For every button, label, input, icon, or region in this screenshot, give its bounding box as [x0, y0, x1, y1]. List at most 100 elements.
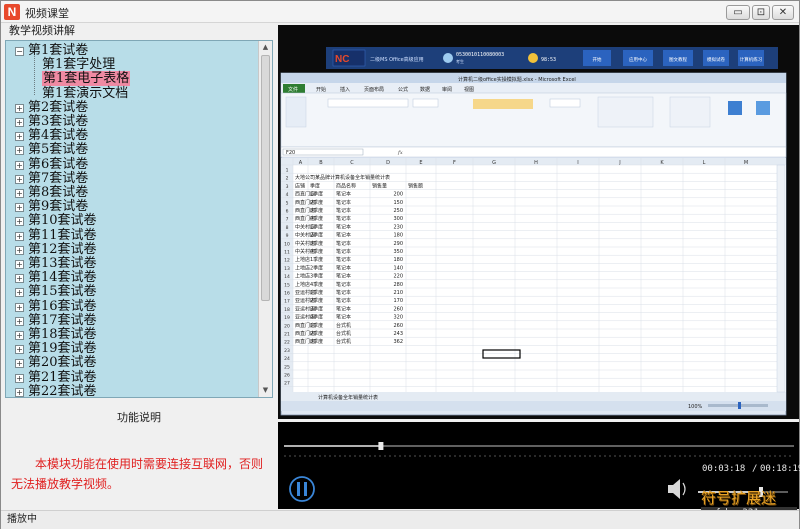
tree-node-22[interactable]: 第22套试卷 [28, 384, 97, 397]
excel-cell: 4季度 [310, 314, 323, 321]
excel-cell: 290 [393, 241, 403, 247]
expand-icon[interactable]: + [15, 274, 24, 284]
expand-icon[interactable]: + [15, 373, 24, 383]
excel-cell: 260 [393, 323, 403, 329]
tree-node-15[interactable]: 第15套试卷 [28, 285, 97, 299]
excel-cell: 笔记本 [336, 281, 351, 288]
excel-cell: 4季度 [310, 215, 323, 222]
tree-node-16[interactable]: 第16套试卷 [28, 299, 97, 314]
tree-node-17-label: 第17套试卷 [28, 312, 97, 328]
expand-icon[interactable]: + [15, 203, 24, 213]
tree-node-17[interactable]: 第17套试卷 [28, 312, 97, 328]
tree-node-5-label: 第5套试卷 [28, 142, 89, 158]
scroll-down-icon[interactable]: ▼ [261, 385, 270, 395]
expand-icon[interactable]: + [15, 118, 24, 127]
excel-cell: 2季度 [310, 330, 323, 337]
excel-zoom: 100% [688, 404, 703, 410]
excel-header-cell: 销售额 [408, 182, 423, 189]
excel-row-header: 7 [286, 217, 289, 223]
tree-node-10[interactable]: 第10套试卷 [28, 214, 97, 228]
tree-node-5[interactable]: 第5套试卷 [28, 143, 88, 157]
excel-row-header: 13 [284, 266, 290, 272]
tree-node-child-1[interactable]: 第1套电子表格 [42, 71, 131, 87]
excel-cell: 3季度 [310, 240, 323, 247]
expand-icon[interactable]: + [15, 288, 24, 298]
close-button[interactable]: ✕ [772, 5, 794, 20]
expand-icon[interactable]: + [15, 132, 24, 142]
excel-row-header: 9 [286, 233, 289, 239]
restore-button[interactable]: ⊡ [752, 5, 770, 20]
collapse-icon[interactable]: − [15, 47, 24, 56]
tree-node-13[interactable]: 第13套试卷 [28, 257, 97, 271]
excel-row-header: 26 [284, 373, 290, 379]
tree-node-12[interactable]: 第12套试卷 [28, 241, 97, 257]
expand-icon[interactable]: + [15, 103, 24, 113]
excel-cell: 1季度 [310, 322, 323, 329]
tree-node-2[interactable]: 第2套试卷 [28, 100, 88, 115]
expand-icon[interactable]: + [15, 387, 24, 397]
mute-button[interactable] [663, 474, 689, 504]
tree-node-7-label: 第7套试卷 [28, 170, 89, 186]
excel-cell: 2季度 [310, 232, 323, 239]
minimize-button[interactable]: ▭ [726, 5, 750, 20]
excel-row-header: 6 [286, 209, 289, 215]
tree-node-root[interactable]: 第1套试卷 [28, 44, 88, 58]
progress-handle [378, 442, 384, 450]
tree-node-root-label: 第1套试卷 [28, 43, 89, 58]
excel-cell: 260 [393, 306, 403, 312]
excel-cell: 300 [393, 216, 403, 222]
expand-icon[interactable]: + [15, 174, 24, 184]
window-title: 视频课堂 [25, 7, 69, 20]
expand-icon[interactable]: + [15, 302, 24, 312]
tree-connector [34, 56, 35, 95]
excel-cell: 150 [393, 200, 403, 206]
excel-tab: 公式 [398, 86, 408, 93]
expand-icon[interactable]: + [15, 146, 24, 156]
tree-node-13-label: 第13套试卷 [28, 256, 97, 271]
tree-node-7[interactable]: 第7套试卷 [28, 170, 89, 186]
expand-icon[interactable]: + [15, 189, 24, 198]
tree-node-12-label: 第12套试卷 [28, 241, 97, 257]
tree-node-6[interactable]: 第6套试卷 [28, 156, 89, 172]
tree-node-20-label: 第20套试卷 [28, 355, 97, 371]
expand-icon[interactable]: + [15, 217, 24, 227]
tree-node-20[interactable]: 第20套试卷 [28, 356, 97, 370]
tree-node-11[interactable]: 第11套试卷 [28, 227, 97, 243]
expand-icon[interactable]: + [15, 260, 24, 269]
tree-node-child-2-label: 第1套演示文档 [42, 85, 129, 101]
scroll-up-icon[interactable]: ▲ [261, 42, 270, 52]
expand-icon[interactable]: + [15, 160, 24, 170]
scroll-thumb[interactable] [261, 55, 270, 301]
title-bar: N 视频课堂 ▭ ⊡ ✕ [1, 1, 799, 23]
excel-cell: 上地店 [295, 273, 310, 280]
tree-node-6-label: 第6套试卷 [28, 156, 89, 172]
video-frame[interactable]: NC 二级MS Office高级应用 0530010110080003 考生 9… [278, 25, 799, 419]
expand-icon[interactable]: + [15, 345, 24, 355]
tree-node-11-label: 第11套试卷 [28, 227, 97, 243]
svg-text:二级MS Office高级应用: 二级MS Office高级应用 [370, 56, 424, 63]
tree-node-18[interactable]: 第18套试卷 [28, 328, 97, 342]
tree-node-15-label: 第15套试卷 [28, 284, 97, 300]
tree-node-child-2[interactable]: 第1套演示文档 [42, 85, 129, 101]
expand-icon[interactable]: + [15, 331, 24, 340]
menu-label[interactable]: 教学视频讲解 [9, 24, 75, 37]
excel-row-header: 23 [284, 348, 290, 354]
tree-node-3[interactable]: 第3套试卷 [28, 115, 88, 129]
excel-sheet-title: 大地公司某品牌计算机设备全年销量统计表 [295, 174, 390, 181]
excel-row-header: 16 [284, 291, 290, 297]
tree-node-8[interactable]: 第8套试卷 [28, 186, 88, 200]
expand-icon[interactable]: + [15, 359, 24, 369]
tree-scrollbar[interactable]: ▲ ▼ [258, 41, 272, 397]
excel-cell: 320 [393, 315, 403, 321]
excel-cell: 140 [393, 265, 403, 271]
expand-icon[interactable]: + [15, 231, 24, 241]
pause-button[interactable] [278, 471, 326, 507]
excel-header-cell: 店铺 [295, 182, 305, 189]
excel-tab: 文件 [288, 86, 298, 93]
course-tree[interactable]: − 第1套试卷 第1套字处理 第1套电子表格 第1套演示文档 + 第2套试卷 + 第3套试卷 + 第… [5, 40, 273, 398]
expand-icon[interactable]: + [15, 245, 24, 255]
tree-node-21[interactable]: 第21套试卷 [28, 370, 97, 385]
tree-node-18-label: 第18套试卷 [28, 327, 97, 342]
expand-icon[interactable]: + [15, 316, 24, 326]
recorded-topbar-label: 开始 [593, 56, 602, 63]
